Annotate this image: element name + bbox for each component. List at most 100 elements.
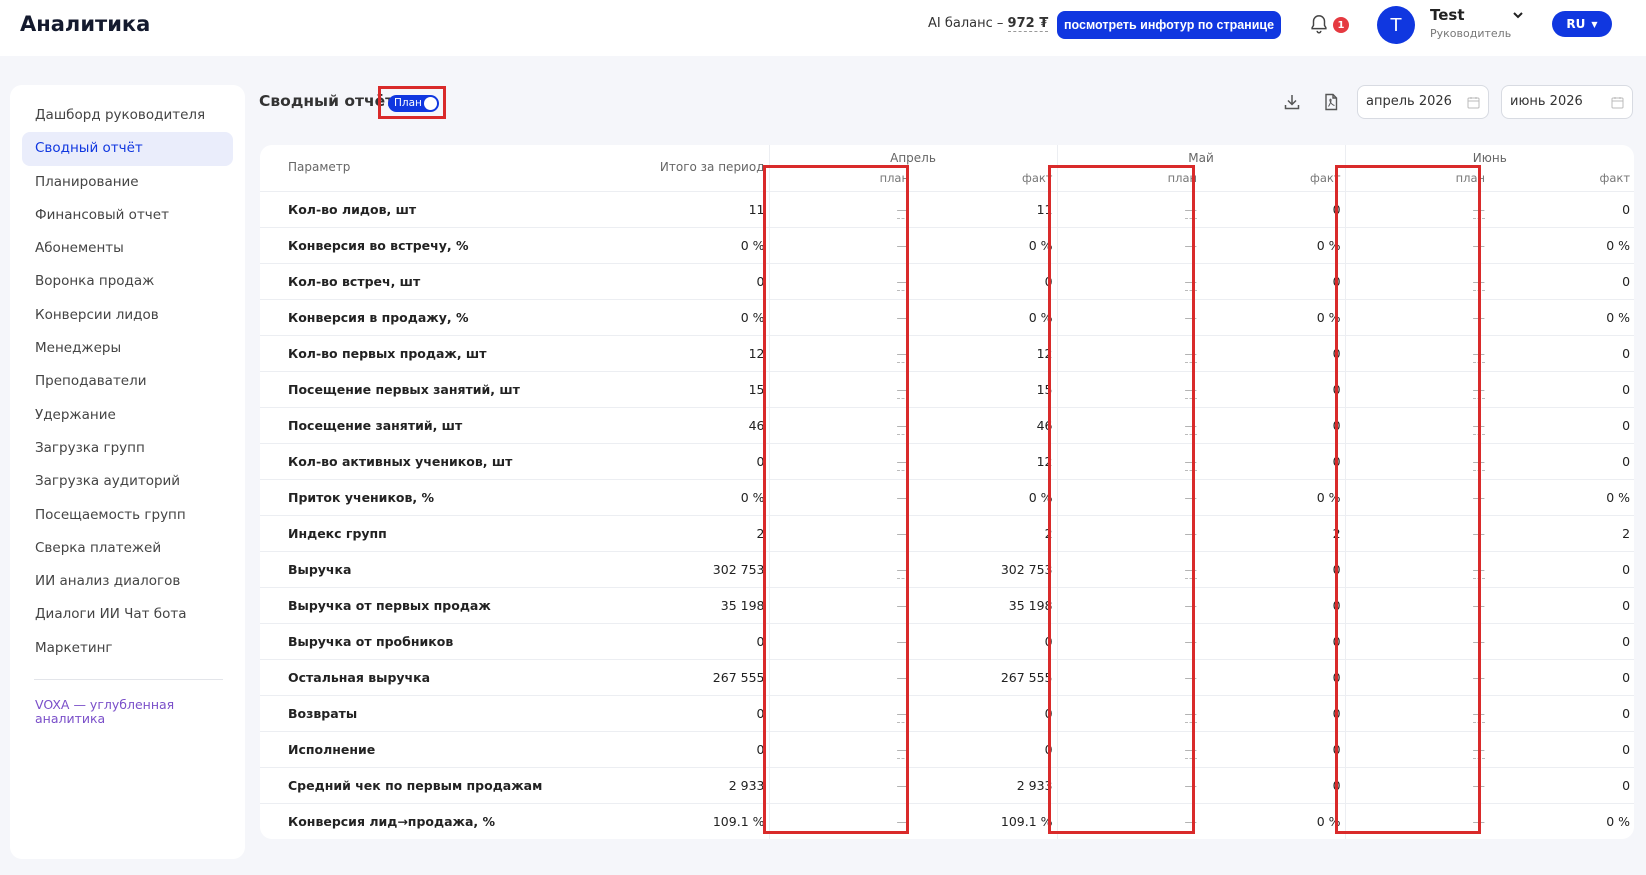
plan-empty-value[interactable]: —	[897, 598, 910, 613]
infotour-button[interactable]: посмотреть инфотур по странице	[1057, 11, 1281, 39]
plan-empty-value[interactable]: —	[897, 490, 910, 505]
plan-empty-value[interactable]: —	[1472, 201, 1486, 219]
plan-empty-value[interactable]: —	[897, 634, 910, 649]
plan-empty-value[interactable]: —	[1473, 634, 1486, 649]
plan-empty-value[interactable]: —	[1185, 490, 1198, 505]
plan-toggle[interactable]: План	[388, 95, 439, 112]
plan-empty-value[interactable]: —	[1184, 273, 1198, 291]
month-header-june: Июнь	[1344, 145, 1635, 166]
sidebar-item-marketing[interactable]: Маркетинг	[22, 632, 233, 665]
notification-badge: 1	[1333, 17, 1349, 33]
date-to-field[interactable]: июнь 2026	[1501, 85, 1633, 119]
sidebar-item-teachers[interactable]: Преподаватели	[22, 365, 233, 398]
plan-empty-value[interactable]: —	[1473, 526, 1486, 541]
plan-value: —	[768, 587, 913, 624]
sidebar-item-planning[interactable]: Планирование	[22, 166, 233, 199]
sidebar-item-summary-report[interactable]: Сводный отчёт	[22, 132, 233, 166]
plan-empty-value[interactable]: —	[1472, 345, 1486, 363]
sidebar-item-sales-funnel[interactable]: Воронка продаж	[22, 265, 233, 298]
plan-empty-value[interactable]: —	[1184, 705, 1198, 723]
sidebar-item-dashboard[interactable]: Дашборд руководителя	[22, 99, 233, 132]
sidebar-item-retention[interactable]: Удержание	[22, 399, 233, 432]
plan-empty-value[interactable]: —	[1185, 814, 1198, 829]
plan-empty-value[interactable]: —	[896, 417, 909, 435]
total-value: 15	[597, 371, 769, 408]
plan-empty-value[interactable]: —	[1473, 238, 1486, 253]
date-from-field[interactable]: апрель 2026	[1357, 85, 1489, 119]
plan-empty-value[interactable]: —	[1473, 598, 1486, 613]
plan-empty-value[interactable]: —	[1473, 310, 1486, 325]
plan-empty-value[interactable]: —	[1185, 310, 1198, 325]
voxa-link[interactable]: VOXA — углубленная аналитика	[35, 698, 195, 726]
sidebar-item-room-load[interactable]: Загрузка аудиторий	[22, 465, 233, 498]
plan-empty-value[interactable]: —	[1184, 741, 1198, 759]
sidebar-item-payment-reconciliation[interactable]: Сверка платежей	[22, 532, 233, 565]
plan-empty-value[interactable]: —	[896, 201, 909, 219]
plan-value: —	[768, 479, 913, 516]
plan-empty-value[interactable]: —	[1473, 814, 1486, 829]
user-name[interactable]: Test	[1430, 6, 1465, 24]
plan-empty-value[interactable]: —	[1184, 453, 1198, 471]
plan-empty-value[interactable]: —	[1473, 778, 1486, 793]
plan-empty-value[interactable]: —	[896, 453, 909, 471]
plan-empty-value[interactable]: —	[1185, 670, 1198, 685]
sidebar-item-managers[interactable]: Менеджеры	[22, 332, 233, 365]
plan-empty-value[interactable]: —	[897, 814, 910, 829]
plan-empty-value[interactable]: —	[1185, 526, 1198, 541]
plan-empty-value[interactable]: —	[1185, 778, 1198, 793]
plan-empty-value[interactable]: —	[896, 345, 909, 363]
plan-empty-value[interactable]: —	[1472, 561, 1486, 579]
plan-empty-value[interactable]: —	[1184, 201, 1198, 219]
plan-empty-value[interactable]: —	[1184, 381, 1198, 399]
plan-empty-value[interactable]: —	[896, 705, 909, 723]
plan-empty-value[interactable]: —	[897, 310, 910, 325]
plan-empty-value[interactable]: —	[897, 238, 910, 253]
language-select[interactable]: RU ▼	[1552, 11, 1612, 37]
sidebar-item-group-load[interactable]: Загрузка групп	[22, 432, 233, 465]
fact-value: 0	[1489, 407, 1635, 444]
plan-empty-value[interactable]: —	[1472, 417, 1486, 435]
plan-empty-value[interactable]: —	[1185, 598, 1198, 613]
sidebar-item-ai-dialog-analysis[interactable]: ИИ анализ диалогов	[22, 565, 233, 598]
plan-empty-value[interactable]: —	[897, 670, 910, 685]
plan-empty-value[interactable]: —	[1473, 490, 1486, 505]
plan-empty-value[interactable]: —	[1184, 345, 1198, 363]
plan-empty-value[interactable]: —	[1472, 453, 1486, 471]
plan-empty-value[interactable]: —	[1472, 273, 1486, 291]
sidebar-item-group-attendance[interactable]: Посещаемость групп	[22, 499, 233, 532]
plan-empty-value[interactable]: —	[1185, 238, 1198, 253]
plan-empty-value[interactable]: —	[897, 526, 910, 541]
pdf-icon[interactable]	[1321, 92, 1341, 112]
table-header-months: Параметр Итого за период Апрель Май Июнь	[260, 145, 1635, 192]
param-name: Посещение первых занятий, шт	[260, 371, 597, 408]
plan-empty-value[interactable]: —	[896, 741, 909, 759]
plan-empty-value[interactable]: —	[1472, 705, 1486, 723]
ai-balance[interactable]: AI баланс – 972 ₮	[928, 16, 1049, 32]
total-value: 0 %	[597, 227, 769, 264]
plan-empty-value[interactable]: —	[896, 561, 909, 579]
download-icon[interactable]	[1282, 92, 1302, 112]
sidebar-item-lead-conversions[interactable]: Конверсии лидов	[22, 299, 233, 332]
sidebar-item-financial-report[interactable]: Финансовый отчет	[22, 199, 233, 232]
plan-value: —	[1056, 551, 1202, 588]
plan-empty-value[interactable]: —	[1473, 670, 1486, 685]
plan-empty-value[interactable]: —	[896, 381, 909, 399]
plan-empty-value[interactable]: —	[897, 778, 910, 793]
fact-value: 0	[1201, 767, 1346, 804]
chevron-down-icon[interactable]	[1511, 8, 1525, 22]
sidebar-item-ai-chatbot-dialogs[interactable]: Диалоги ИИ Чат бота	[22, 598, 233, 631]
bell-icon[interactable]	[1308, 13, 1330, 35]
plan-value: —	[1344, 227, 1490, 264]
plan-empty-value[interactable]: —	[1472, 741, 1486, 759]
ai-balance-value[interactable]: 972 ₮	[1007, 16, 1049, 32]
fact-value: 0	[1201, 623, 1346, 660]
avatar[interactable]: T	[1377, 6, 1415, 44]
fact-value: 15	[913, 371, 1058, 408]
plan-empty-value[interactable]: —	[1185, 634, 1198, 649]
plan-empty-value[interactable]: —	[1184, 561, 1198, 579]
plan-empty-value[interactable]: —	[896, 273, 909, 291]
plan-empty-value[interactable]: —	[1472, 381, 1486, 399]
total-value: 0 %	[597, 299, 769, 336]
sidebar-item-subscriptions[interactable]: Абонементы	[22, 232, 233, 265]
plan-empty-value[interactable]: —	[1184, 417, 1198, 435]
